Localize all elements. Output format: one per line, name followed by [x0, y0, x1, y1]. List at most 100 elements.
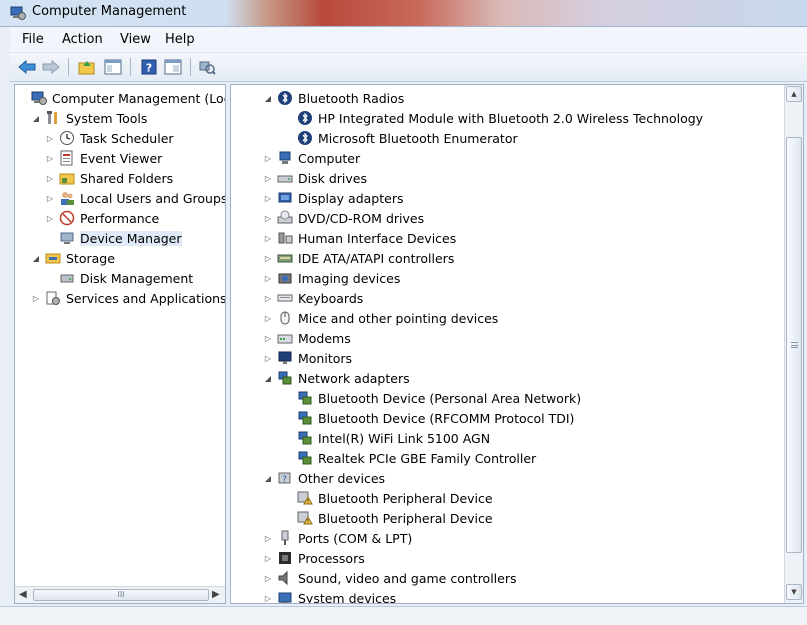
device-item-dvd-cd-rom-drives[interactable]: ▷ DVD/CD-ROM drives — [263, 208, 424, 228]
expand-arrow-icon[interactable]: ▷ — [45, 134, 55, 143]
disk-drive-icon — [277, 170, 293, 186]
device-item-bluetooth-peripheral-device[interactable]: ! Bluetooth Peripheral Device — [283, 488, 493, 508]
tree-item-task-scheduler[interactable]: ▷ Task Scheduler — [45, 128, 174, 148]
menu-view[interactable]: View — [120, 32, 151, 47]
tree-item-computer-management-local[interactable]: Computer Management (Local — [17, 88, 225, 108]
forward-button[interactable] — [40, 57, 62, 77]
tree-item-label: Device Manager — [80, 230, 182, 246]
device-item-modems[interactable]: ▷ Modems — [263, 328, 351, 348]
tree-item-services-and-applications[interactable]: ▷ Services and Applications — [31, 288, 225, 308]
scroll-up-arrow-icon[interactable]: ▲ — [786, 86, 802, 102]
tree-item-event-viewer[interactable]: ▷ Event Viewer — [45, 148, 162, 168]
collapse-arrow-icon[interactable]: ◢ — [263, 474, 273, 483]
device-item-hp-integrated-module-with-bluetooth-2-0-wireless-technology[interactable]: HP Integrated Module with Bluetooth 2.0 … — [283, 108, 703, 128]
device-item-label: Mice and other pointing devices — [298, 310, 499, 326]
svg-text:!: ! — [307, 499, 309, 506]
expand-arrow-icon[interactable]: ▷ — [263, 174, 273, 183]
scroll-left-arrow-icon[interactable]: ◀ — [19, 589, 27, 600]
device-item-microsoft-bluetooth-enumerator[interactable]: Microsoft Bluetooth Enumerator — [283, 128, 518, 148]
expand-arrow-icon[interactable]: ▷ — [263, 234, 273, 243]
help-button[interactable]: ? — [138, 57, 160, 77]
device-item-display-adapters[interactable]: ▷ Display adapters — [263, 188, 404, 208]
device-item-bluetooth-device-personal-area-network[interactable]: Bluetooth Device (Personal Area Network) — [283, 388, 581, 408]
up-folder-button[interactable] — [76, 57, 98, 77]
menu-file[interactable]: File — [22, 32, 44, 47]
collapse-arrow-icon[interactable]: ◢ — [263, 94, 273, 103]
console-tree-pane[interactable]: Computer Management (Local ◢ System Tools ▷… — [14, 84, 226, 604]
hid-icon — [277, 230, 293, 246]
collapse-arrow-icon[interactable]: ◢ — [31, 114, 41, 123]
device-item-bluetooth-device-rfcomm-protocol-tdi[interactable]: Bluetooth Device (RFCOMM Protocol TDI) — [283, 408, 574, 428]
expand-arrow-icon[interactable]: ▷ — [263, 594, 273, 603]
collapse-arrow-icon[interactable]: ◢ — [31, 254, 41, 263]
expand-arrow-icon[interactable]: ▷ — [263, 194, 273, 203]
device-item-computer[interactable]: ▷ Computer — [263, 148, 360, 168]
scroll-right-arrow-icon[interactable]: ▶ — [212, 589, 220, 600]
device-item-processors[interactable]: ▷ Processors — [263, 548, 365, 568]
expand-arrow-icon[interactable]: ▷ — [263, 554, 273, 563]
expand-arrow-icon[interactable]: ▷ — [263, 534, 273, 543]
expand-arrow-icon[interactable]: ▷ — [263, 574, 273, 583]
device-item-bluetooth-peripheral-device[interactable]: ! Bluetooth Peripheral Device — [283, 508, 493, 528]
show-hide-tree-button[interactable] — [102, 57, 124, 77]
tree-item-disk-management[interactable]: Disk Management — [45, 268, 193, 288]
device-item-label: HP Integrated Module with Bluetooth 2.0 … — [318, 110, 704, 126]
device-item-mice-and-other-pointing-devices[interactable]: ▷ Mice and other pointing devices — [263, 308, 498, 328]
tree-item-performance[interactable]: ▷ Performance — [45, 208, 159, 228]
device-item-monitors[interactable]: ▷ Monitors — [263, 348, 352, 368]
tree-item-system-tools[interactable]: ◢ System Tools — [31, 108, 147, 128]
device-item-label: Sound, video and game controllers — [298, 570, 517, 586]
device-item-ports-com-lpt[interactable]: ▷ Ports (COM & LPT) — [263, 528, 412, 548]
scrollbar-thumb[interactable]: III — [33, 589, 209, 601]
scrollbar-thumb[interactable] — [786, 137, 802, 553]
expand-arrow-icon[interactable]: ▷ — [263, 354, 273, 363]
device-item-ide-ata-atapi-controllers[interactable]: ▷ IDE ATA/ATAPI controllers — [263, 248, 454, 268]
expand-arrow-icon[interactable]: ▷ — [45, 214, 55, 223]
menu-help[interactable]: Help — [165, 32, 195, 47]
collapse-arrow-icon[interactable]: ◢ — [263, 374, 273, 383]
device-item-network-adapters[interactable]: ◢ Network adapters — [263, 368, 410, 388]
vertical-scrollbar[interactable]: ▲ ▼ — [784, 85, 803, 603]
system-tools-icon — [45, 110, 61, 126]
tree-item-local-users-and-groups[interactable]: ▷ Local Users and Groups — [45, 188, 225, 208]
properties-button[interactable] — [162, 57, 184, 77]
expand-arrow-icon[interactable]: ▷ — [263, 154, 273, 163]
expand-arrow-icon[interactable]: ▷ — [45, 194, 55, 203]
tree-item-device-manager[interactable]: Device Manager — [45, 228, 182, 248]
expand-arrow-icon[interactable]: ▷ — [263, 334, 273, 343]
device-item-realtek-pcie-gbe-family-controller[interactable]: Realtek PCIe GBE Family Controller — [283, 448, 536, 468]
device-item-imaging-devices[interactable]: ▷ Imaging devices — [263, 268, 400, 288]
device-list-pane[interactable]: ◢ Bluetooth Radios HP Integrated Module wi… — [230, 84, 804, 604]
device-item-label: DVD/CD-ROM drives — [298, 210, 425, 226]
expand-arrow-icon[interactable]: ▷ — [263, 254, 273, 263]
scroll-down-arrow-icon[interactable]: ▼ — [786, 584, 802, 600]
tree-item-storage[interactable]: ◢ Storage — [31, 248, 115, 268]
scan-hardware-button[interactable] — [196, 57, 218, 77]
svg-text:!: ! — [307, 519, 309, 526]
device-item-intel-r-wifi-link-5100-agn[interactable]: Intel(R) WiFi Link 5100 AGN — [283, 428, 490, 448]
expand-arrow-icon[interactable]: ▷ — [45, 174, 55, 183]
device-item-bluetooth-radios[interactable]: ◢ Bluetooth Radios — [263, 88, 404, 108]
device-item-sound-video-and-game-controllers[interactable]: ▷ Sound, video and game controllers — [263, 568, 517, 588]
expand-arrow-icon[interactable]: ▷ — [31, 294, 41, 303]
device-item-other-devices[interactable]: ◢? Other devices — [263, 468, 385, 488]
device-item-label: Monitors — [298, 350, 353, 366]
tree-item-label: Disk Management — [80, 270, 194, 286]
horizontal-scrollbar[interactable]: ◀ III ▶ — [15, 586, 225, 603]
back-button[interactable] — [16, 57, 38, 77]
expand-arrow-icon[interactable]: ▷ — [263, 314, 273, 323]
device-item-disk-drives[interactable]: ▷ Disk drives — [263, 168, 367, 188]
title-bar[interactable]: Computer Management — [0, 0, 807, 27]
device-item-human-interface-devices[interactable]: ▷ Human Interface Devices — [263, 228, 456, 248]
device-item-label: Network adapters — [298, 370, 410, 386]
expand-arrow-icon[interactable]: ▷ — [263, 294, 273, 303]
device-item-system-devices[interactable]: ▷ System devices — [263, 588, 396, 603]
expand-arrow-icon[interactable]: ▷ — [45, 154, 55, 163]
expand-arrow-icon[interactable]: ▷ — [263, 274, 273, 283]
tree-item-shared-folders[interactable]: ▷ Shared Folders — [45, 168, 173, 188]
expand-arrow-icon[interactable]: ▷ — [263, 214, 273, 223]
device-item-label: Display adapters — [298, 190, 404, 206]
device-item-keyboards[interactable]: ▷ Keyboards — [263, 288, 363, 308]
monitor-icon — [277, 350, 293, 366]
menu-action[interactable]: Action — [62, 32, 103, 47]
